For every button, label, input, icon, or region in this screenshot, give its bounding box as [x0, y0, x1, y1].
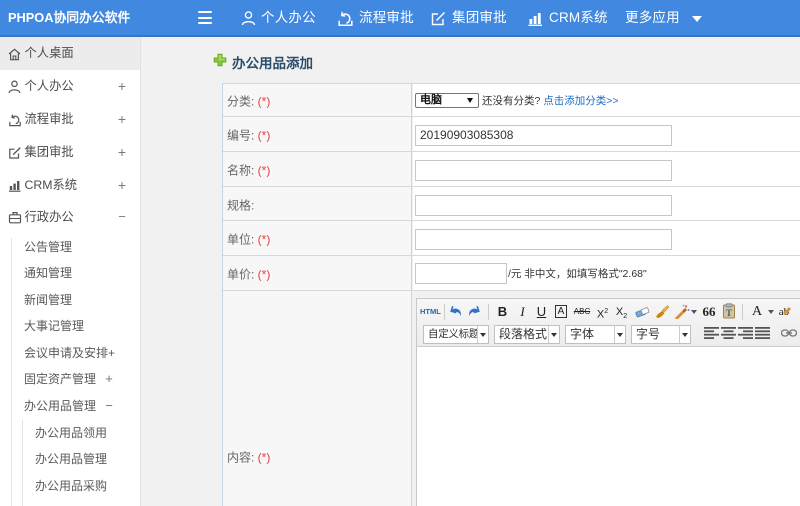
svg-text:T: T [726, 308, 732, 318]
